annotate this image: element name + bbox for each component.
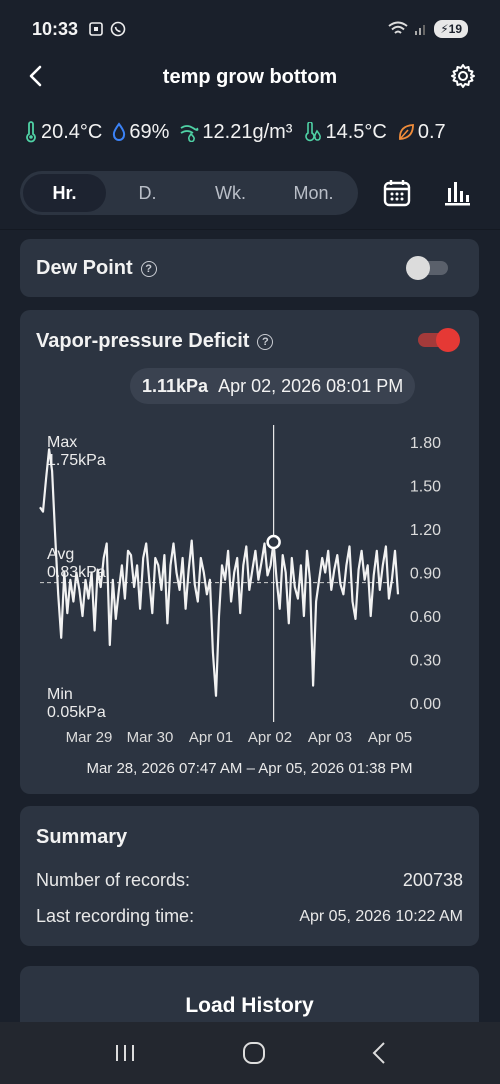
tab-week[interactable]: Wk. (189, 174, 272, 212)
selected-point-tooltip: 1.11kPa Apr 02, 2026 08:01 PM (130, 368, 416, 404)
x-tick-label: Apr 05 (368, 729, 412, 746)
last-recording-row: Last recording time: Apr 05, 2026 10:22 … (36, 906, 463, 927)
vpd-card: Vapor-pressure Deficit ? 1.11kPa Apr 02,… (20, 310, 479, 794)
avg-label: Avg (47, 546, 75, 563)
wifi-icon (388, 21, 408, 34)
divider (0, 229, 500, 230)
tooltip-time: Apr 02, 2026 08:01 PM (218, 375, 404, 396)
dew-point-label: Dew Point (36, 257, 133, 279)
x-tick-label: Apr 02 (248, 729, 292, 746)
dew-point-card: Dew Point ? (20, 239, 479, 297)
bar-chart-icon (445, 182, 470, 206)
help-icon[interactable]: ? (257, 333, 274, 350)
absolute-humidity-icon (180, 125, 199, 142)
temperature-metric: 20.4°C (24, 121, 102, 144)
records-value: 200738 (402, 870, 463, 890)
tab-hour[interactable]: Hr. (23, 174, 106, 212)
absolute-humidity-value: 12.21g/m³ (202, 120, 293, 143)
app-header: temp grow bottom (0, 58, 500, 96)
max-label: Max (47, 434, 78, 451)
x-tick-label: Apr 03 (308, 729, 352, 746)
y-tick-label: 0.90 (410, 566, 441, 583)
x-tick-label: Mar 29 (66, 729, 113, 746)
notification-icons (88, 21, 126, 37)
back-nav-icon[interactable] (371, 1041, 387, 1065)
records-row: Number of records: 200738 (36, 870, 463, 891)
battery-level: 19 (448, 22, 462, 36)
max-stat: Max 1.75kPa (47, 434, 106, 470)
summary-title: Summary (36, 826, 128, 848)
help-icon[interactable]: ? (140, 260, 157, 277)
y-tick-label: 0.00 (410, 696, 441, 713)
avg-value: 0.83kPa (47, 564, 106, 581)
x-tick-label: Apr 01 (189, 729, 233, 746)
calendar-button[interactable] (381, 177, 413, 209)
tab-month[interactable]: Mon. (272, 174, 355, 212)
dew-point-toggle[interactable] (406, 256, 450, 280)
last-recording-label: Last recording time: (36, 906, 195, 926)
dew-point-header: Dew Point ? (36, 257, 157, 280)
clock: 10:33 (32, 18, 79, 39)
recent-apps-icon[interactable] (113, 1042, 137, 1064)
avg-stat: Avg 0.83kPa (47, 546, 106, 582)
sensor-metrics: 20.4°C 69% 12.21g/m³ 14.5°C 0.7 (24, 114, 500, 150)
leaf-icon (398, 124, 414, 140)
dew-point-icon (305, 122, 322, 142)
vpd-header: Vapor-pressure Deficit ? (36, 330, 274, 353)
toggle-knob (436, 328, 460, 352)
summary-card: Summary Number of records: 200738 Last r… (20, 806, 479, 946)
vpd-metric: 0.7 (397, 121, 446, 144)
screenshot-icon (89, 22, 103, 36)
absolute-humidity-metric: 12.21g/m³ (179, 121, 292, 144)
calendar-icon (383, 180, 411, 207)
vpd-value: 0.7 (417, 120, 446, 143)
last-recording-value: Apr 05, 2026 10:22 AM (299, 907, 463, 925)
humidity-drop-icon (113, 122, 126, 141)
x-tick-label: Mar 30 (127, 729, 174, 746)
whatsapp-icon (110, 21, 126, 37)
humidity-metric: 69% (112, 121, 169, 144)
y-tick-label: 1.80 (410, 435, 441, 452)
temperature-value: 20.4°C (41, 120, 103, 143)
vpd-label: Vapor-pressure Deficit (36, 330, 250, 352)
vpd-toggle[interactable] (416, 328, 460, 352)
min-value: 0.05kPa (47, 704, 106, 721)
y-tick-label: 1.50 (410, 479, 441, 496)
chart-date-range: Mar 28, 2026 07:47 AM – Apr 05, 2026 01:… (86, 760, 413, 777)
min-stat: Min 0.05kPa (47, 686, 106, 722)
tab-day[interactable]: D. (106, 174, 189, 212)
y-tick-label: 0.60 (410, 609, 441, 626)
signal-icon (415, 25, 426, 35)
tooltip-value: 1.11kPa (142, 375, 209, 396)
home-icon[interactable] (242, 1041, 266, 1065)
selected-point-marker (266, 534, 281, 550)
settings-button[interactable] (448, 61, 478, 91)
max-value: 1.75kPa (47, 452, 106, 469)
humidity-value: 69% (129, 120, 170, 143)
toggle-knob (406, 256, 430, 280)
time-range-tabs: Hr. D. Wk. Mon. (20, 171, 358, 215)
page-title: temp grow bottom (162, 65, 338, 88)
back-button[interactable] (20, 61, 50, 91)
system-nav-bar (0, 1022, 500, 1084)
dew-point-value: 14.5°C (325, 120, 387, 143)
chevron-left-icon (29, 65, 42, 87)
min-label: Min (47, 686, 73, 703)
battery-indicator: ⚡19 (434, 20, 468, 38)
chart-type-button[interactable] (441, 177, 473, 209)
status-bar: 10:33 ⚡19 (0, 0, 500, 58)
dew-point-metric: 14.5°C (302, 120, 387, 144)
thermometer-icon (26, 121, 36, 143)
records-label: Number of records: (36, 870, 191, 890)
y-tick-label: 0.30 (410, 653, 441, 670)
gear-icon (451, 64, 475, 88)
y-tick-label: 1.20 (410, 522, 441, 539)
